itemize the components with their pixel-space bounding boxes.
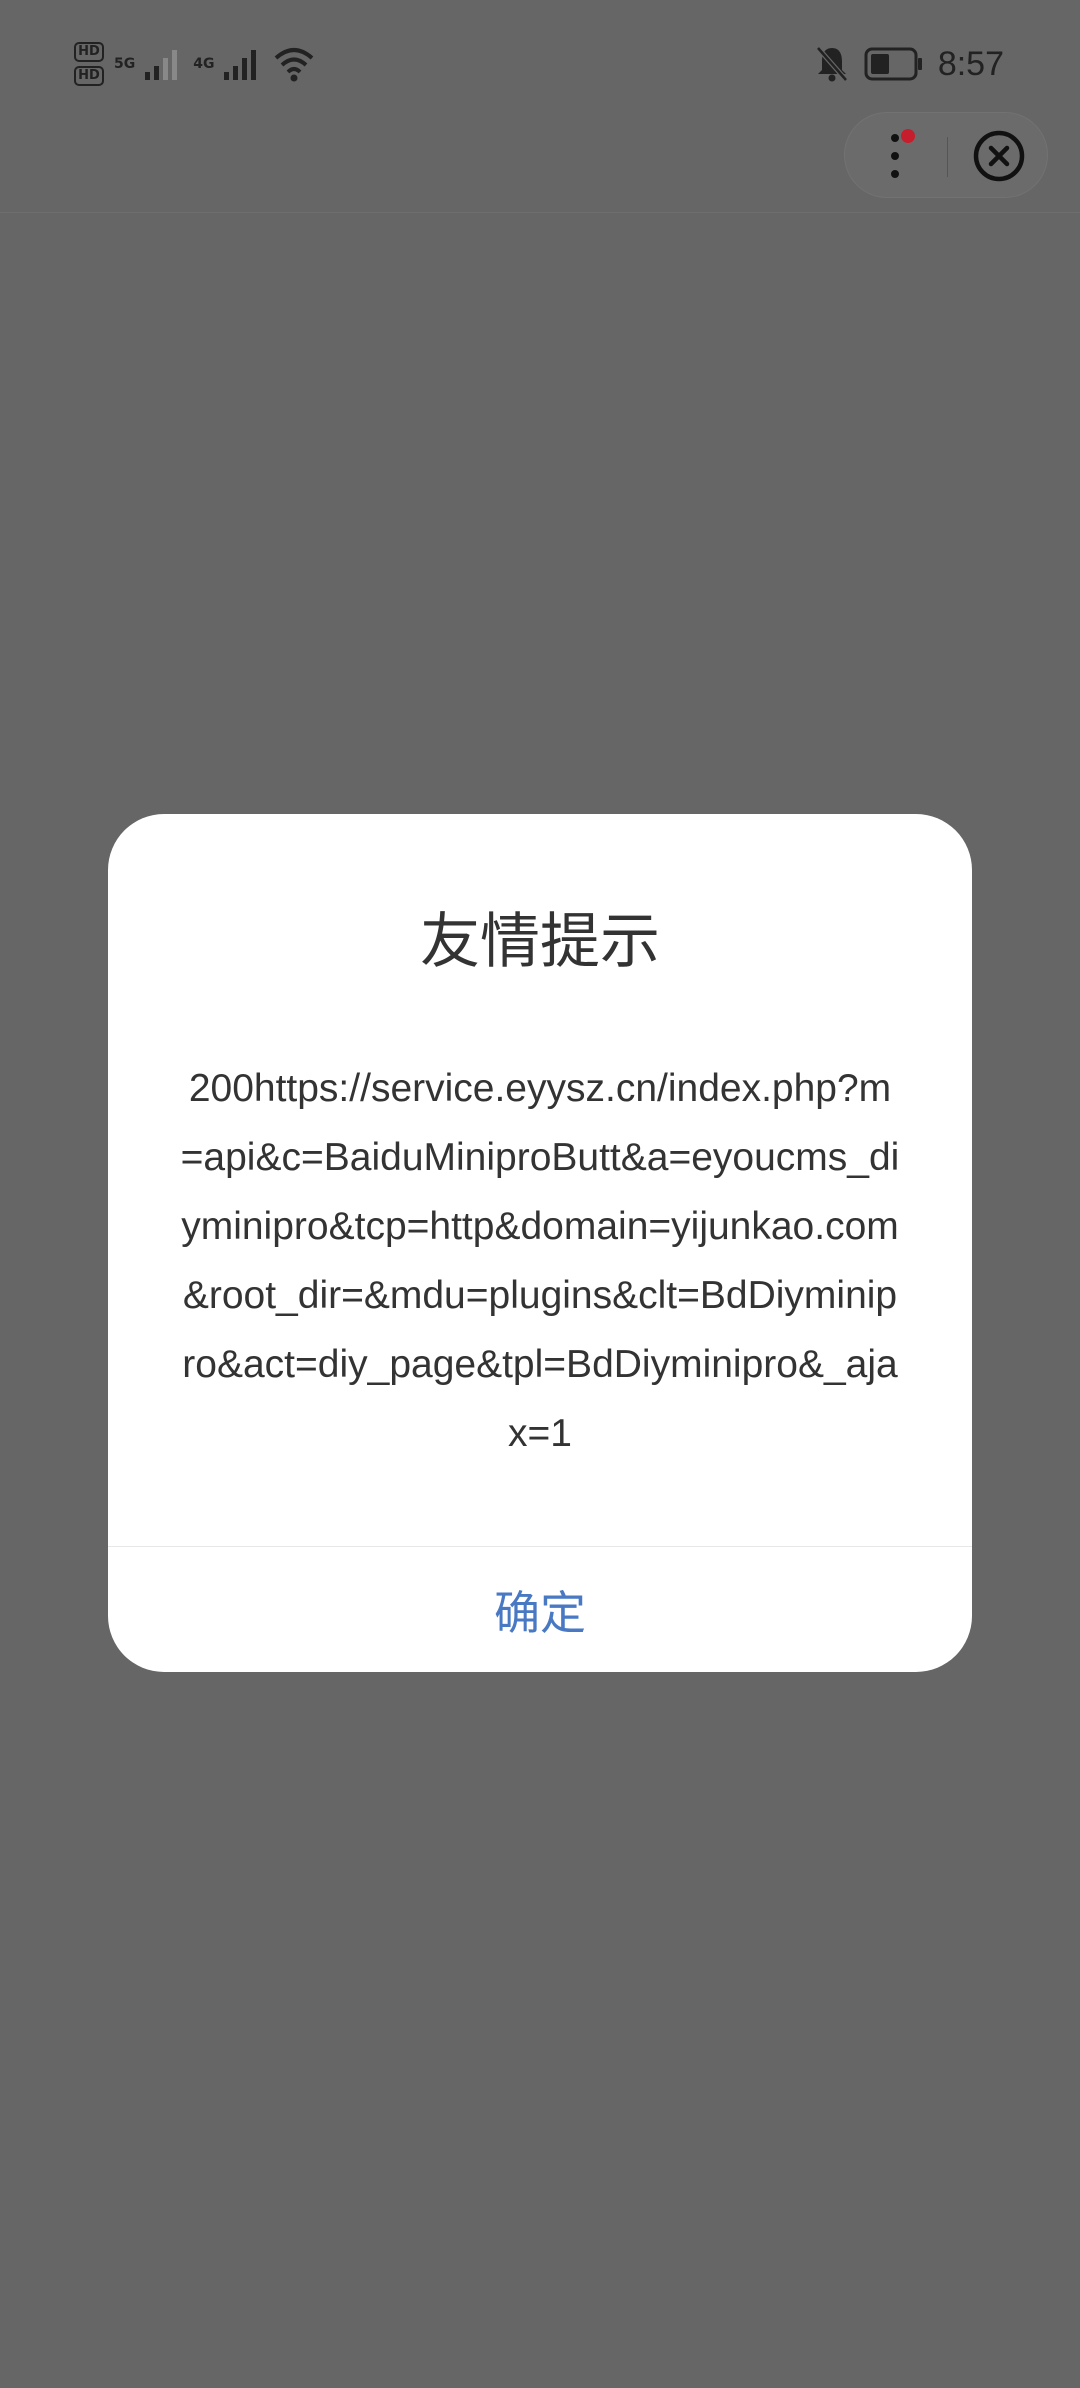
hd-badge-sim1: HD <box>74 42 104 62</box>
alert-dialog: 友情提示 200https://service.eyysz.cn/index.p… <box>108 814 972 1672</box>
dialog-title: 友情提示 <box>420 907 660 977</box>
screen: HD HD 5G 4G 8:57 友情提示 200https://service… <box>0 0 1080 2388</box>
notification-badge <box>901 129 915 143</box>
hd-icon: HD HD <box>74 42 104 86</box>
capsule-divider <box>947 137 948 177</box>
dot <box>891 152 899 160</box>
more-dots-icon <box>891 134 899 178</box>
status-bar: HD HD 5G 4G 8:57 <box>0 0 1080 120</box>
capsule-menu <box>844 112 1048 198</box>
close-circle-icon <box>973 130 1025 182</box>
close-button[interactable] <box>949 113 1049 199</box>
status-time: 8:57 <box>937 44 1004 83</box>
confirm-button[interactable]: 确定 <box>108 1547 972 1672</box>
hd-badge-sim2: HD <box>74 66 104 86</box>
more-button[interactable] <box>845 113 945 199</box>
dot <box>891 170 899 178</box>
sim1-network-label: 5G <box>114 56 136 72</box>
signal-5g-icon <box>145 50 178 80</box>
wifi-icon <box>275 48 314 82</box>
battery-icon <box>864 47 922 81</box>
sim2-network-label: 4G <box>193 56 215 72</box>
status-right: 8:57 <box>814 40 1004 88</box>
bell-muted-icon <box>815 46 848 82</box>
nav-divider <box>0 212 1080 213</box>
dialog-message: 200https://service.eyysz.cn/index.php?m=… <box>180 1067 900 1455</box>
dot <box>891 134 899 142</box>
status-left: HD HD 5G 4G <box>74 34 316 94</box>
signal-4g-icon <box>224 50 257 80</box>
